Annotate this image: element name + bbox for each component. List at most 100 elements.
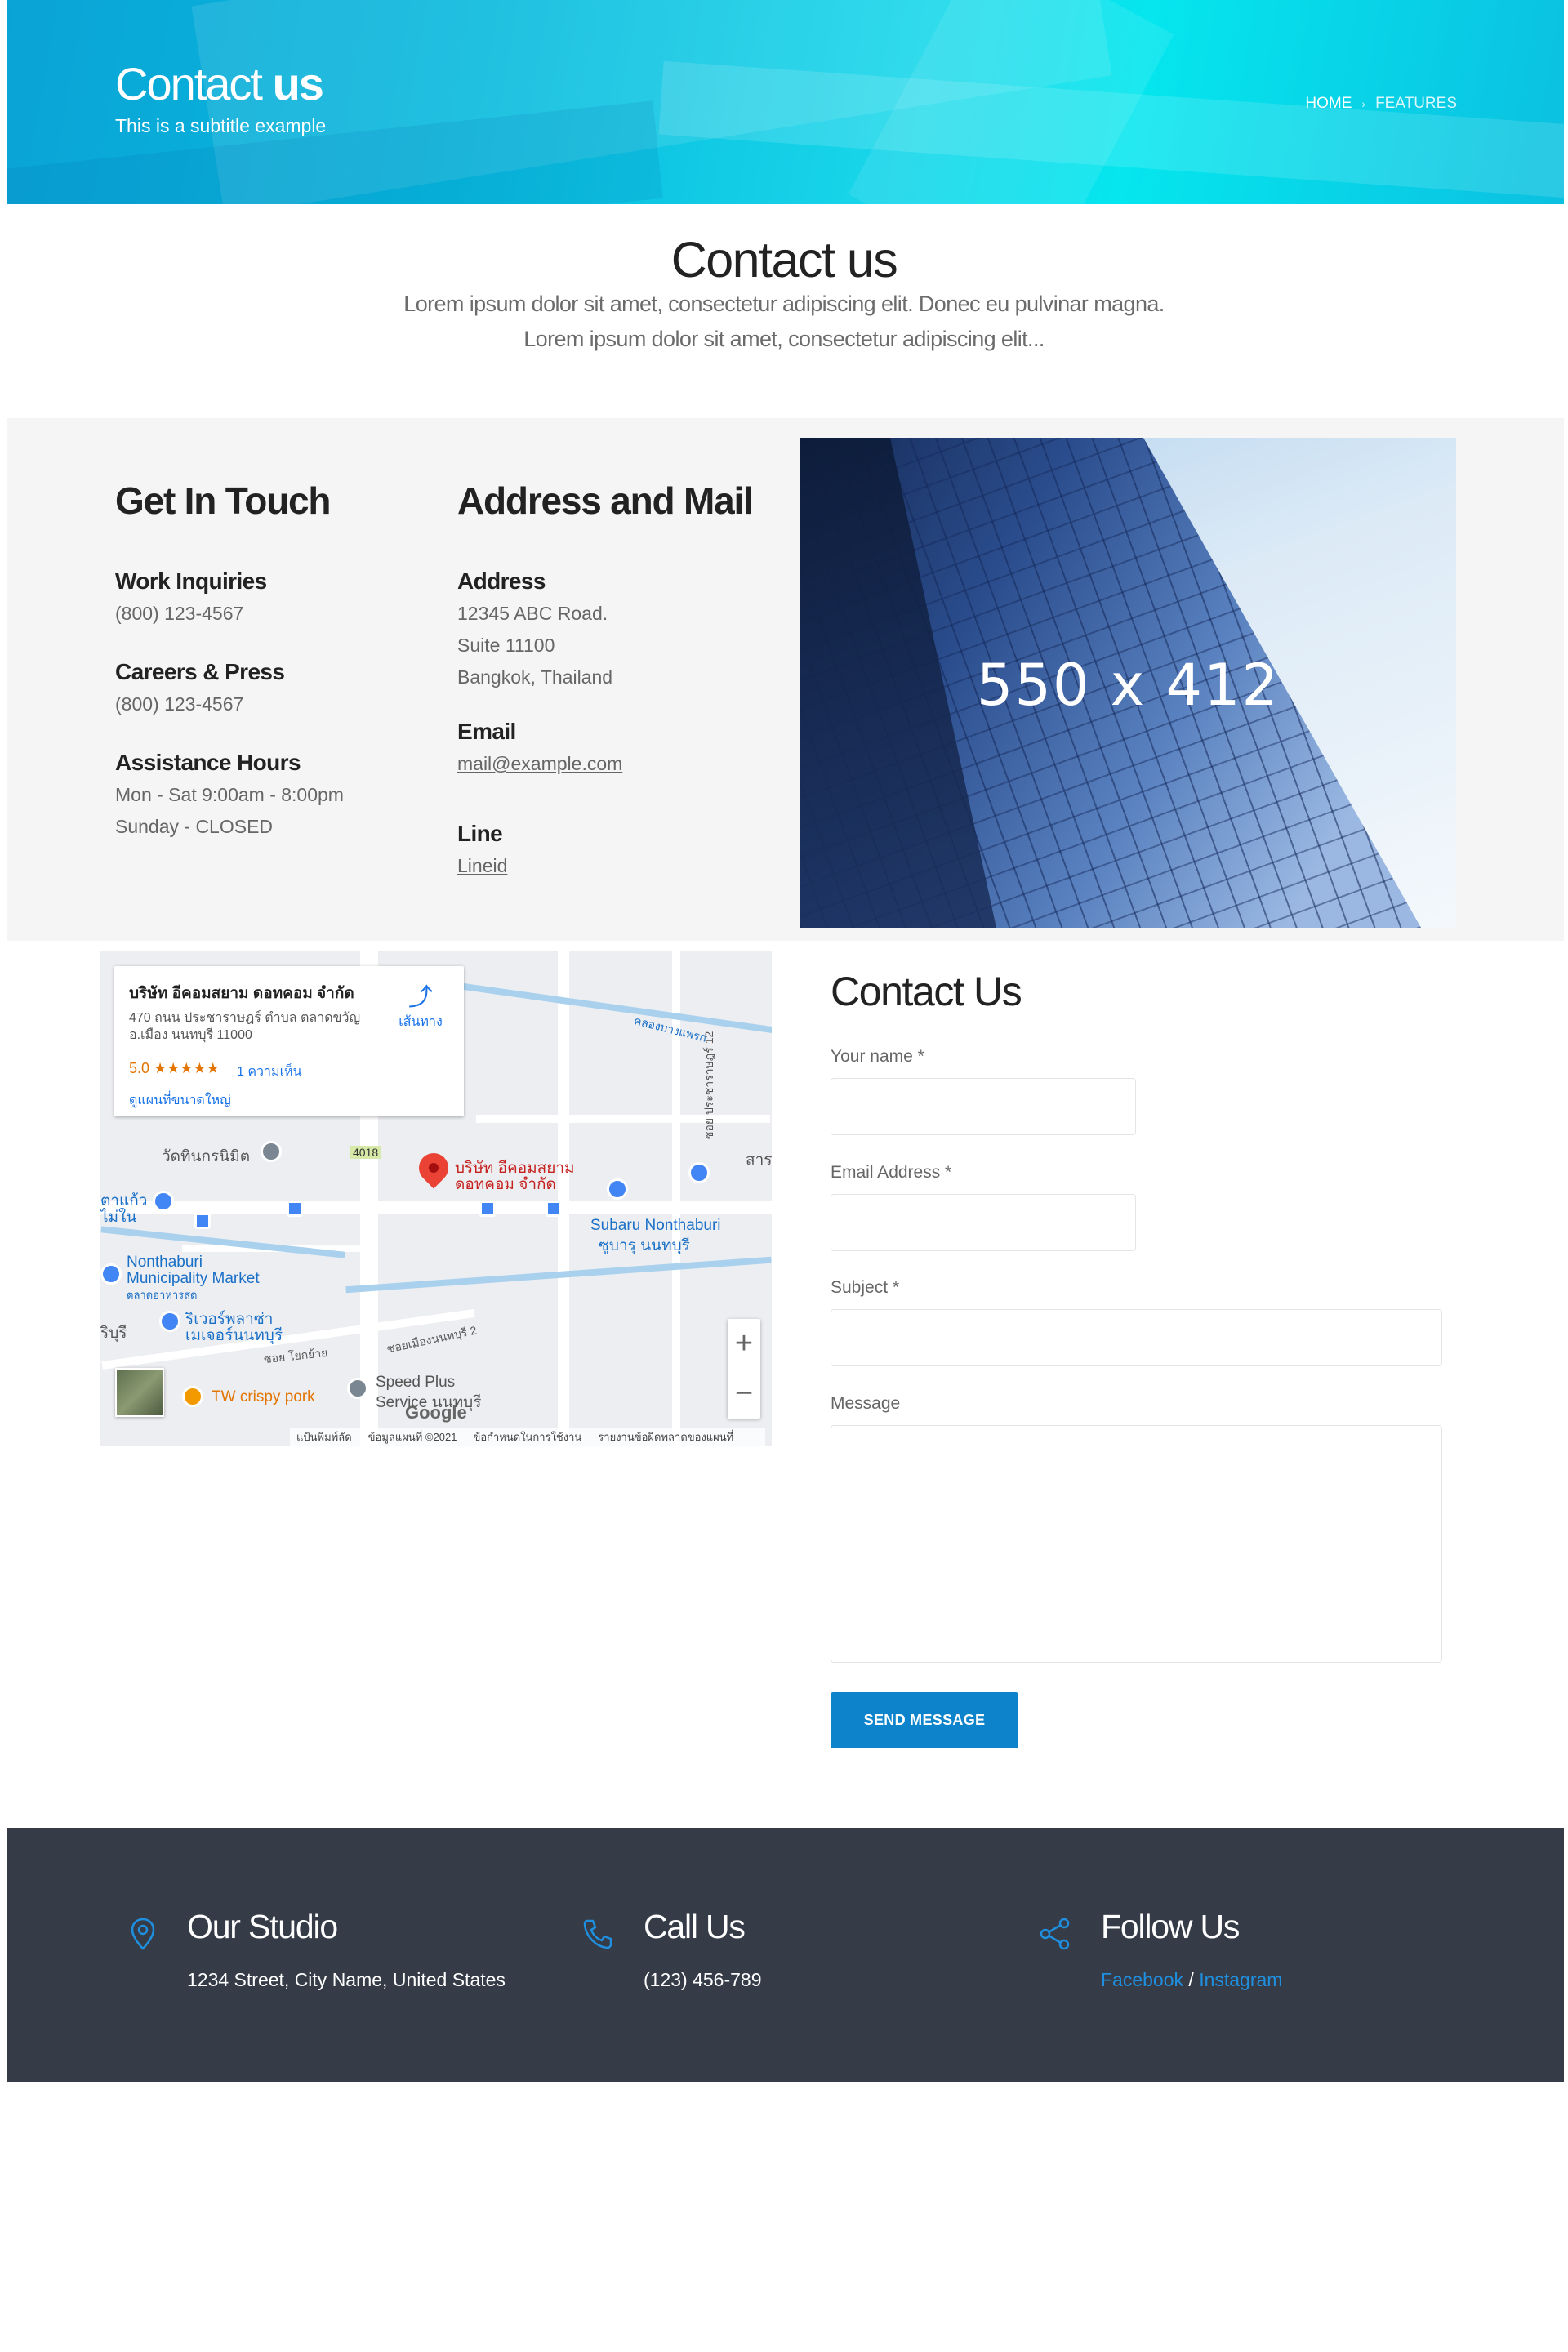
- bus-stop-icon: [479, 1200, 496, 1217]
- location-marker-icon: [131, 1918, 155, 1950]
- keyboard-shortcuts-link[interactable]: แป้นพิมพ์ลัด: [296, 1428, 352, 1446]
- satellite-toggle[interactable]: [115, 1368, 164, 1417]
- page-title-bold: us: [272, 58, 324, 109]
- social-links: Facebook / Instagram: [1101, 1969, 1282, 1991]
- zoom-out-button[interactable]: −: [728, 1369, 760, 1419]
- name-field[interactable]: [831, 1078, 1136, 1135]
- page-title-light: Contact: [115, 58, 263, 109]
- shop-icon: [153, 1191, 174, 1212]
- map-label-cut-left: ริบุรี: [100, 1325, 127, 1342]
- breadcrumb: HOME › FEATURES: [1305, 95, 1457, 113]
- map-data-credit: ข้อมูลแผนที่ ©2021: [368, 1430, 457, 1443]
- temple-icon: [261, 1141, 282, 1162]
- our-studio-address: 1234 Street, City Name, United States: [187, 1969, 506, 1990]
- assistance-hours-weekdays: Mon - Sat 9:00am - 8:00pm: [115, 784, 344, 805]
- get-in-touch-heading: Get In Touch: [115, 479, 331, 522]
- section-title: Contact us: [670, 232, 898, 287]
- map-label-cut-right: สาร: [746, 1152, 772, 1169]
- section-description-line-2: Lorem ipsum dolor sit amet, consectetur …: [523, 327, 1045, 351]
- map-place-reviews-link[interactable]: 1 ความเห็น: [237, 1062, 302, 1082]
- service-icon: [347, 1378, 368, 1399]
- map-label-soi: ซอย โยกย้าย: [263, 1345, 329, 1366]
- image-size-placeholder: 550 x 412: [976, 652, 1281, 719]
- page-subtitle: This is a subtitle example: [115, 115, 327, 136]
- facebook-link[interactable]: Facebook: [1101, 1969, 1183, 1990]
- map-route-shield: 4018: [350, 1146, 381, 1159]
- terms-link[interactable]: ข้อกำหนดในการใช้งาน: [473, 1428, 581, 1446]
- breadcrumb-home[interactable]: HOME: [1305, 95, 1352, 113]
- map-zoom-control: + −: [728, 1319, 760, 1419]
- chevron-right-icon: ›: [1361, 97, 1366, 110]
- email-field[interactable]: [831, 1194, 1136, 1251]
- share-icon: [1040, 1918, 1070, 1950]
- work-inquiries-phone: (800) 123-4567: [115, 603, 244, 624]
- map-pin-label-line-2: ดอทคอม จำกัด: [455, 1176, 556, 1193]
- call-us-phone: (123) 456-789: [644, 1969, 762, 1990]
- phone-icon: [583, 1919, 612, 1949]
- address-mail-heading: Address and Mail: [457, 479, 754, 522]
- breadcrumb-features[interactable]: FEATURES: [1375, 95, 1457, 113]
- map-label-market-1: Nonthaburi: [127, 1254, 203, 1271]
- subject-field[interactable]: [831, 1309, 1442, 1366]
- map-label-left-2: ไม่ใน: [100, 1209, 137, 1226]
- page-title: Contact us: [115, 57, 324, 110]
- page-header-banner: Contact us This is a subtitle example HO…: [7, 0, 1564, 204]
- view-larger-map-link[interactable]: ดูแผนที่ขนาดใหญ่: [129, 1090, 231, 1111]
- shop-icon: [607, 1178, 628, 1200]
- zoom-in-button[interactable]: +: [728, 1319, 760, 1369]
- building-image: 550 x 412: [800, 438, 1456, 928]
- map-attribution: แป้นพิมพ์ลัด ข้อมูลแผนที่ ©2021 ข้อกำหนด…: [290, 1428, 765, 1446]
- instagram-link[interactable]: Instagram: [1199, 1969, 1282, 1990]
- work-inquiries-label: Work Inquiries: [115, 568, 267, 594]
- bus-stop-icon: [287, 1200, 303, 1217]
- message-textarea[interactable]: [831, 1425, 1442, 1663]
- map-label-river-2: เมเจอร์นนทบุรี: [185, 1327, 283, 1344]
- google-map[interactable]: วัดทินกรนิมิต 4018 บริษัท อีคอมสยาม ดอทค…: [100, 951, 772, 1446]
- subject-field-label: Subject *: [831, 1278, 900, 1297]
- map-label-subaru-thai: ซูบารุ นนทบุรี: [599, 1237, 690, 1254]
- map-place-rating: 5.0 ★★★★★: [129, 1060, 220, 1076]
- social-separator: /: [1183, 1969, 1200, 1990]
- location-pin-icon[interactable]: [412, 1147, 455, 1189]
- google-logo: Google: [405, 1402, 467, 1423]
- follow-us-title: Follow Us: [1101, 1908, 1240, 1945]
- send-message-button[interactable]: SEND MESSAGE: [831, 1692, 1018, 1748]
- address-line-2: Suite 11100: [457, 635, 555, 656]
- map-label-speed-plus: Speed Plus: [376, 1374, 456, 1391]
- map-road: [476, 1115, 770, 1123]
- map-canal: [452, 982, 772, 1034]
- map-label-market-2: Municipality Market: [127, 1270, 260, 1287]
- email-field-label: Email Address *: [831, 1163, 952, 1182]
- bus-stop-icon: [194, 1213, 211, 1229]
- contact-form-title: Contact Us: [831, 969, 1022, 1014]
- map-road: [100, 1200, 772, 1214]
- map-label-tw-crispy-pork: TW crispy pork: [212, 1388, 315, 1405]
- map-place-card: บริษัท อีคอมสยาม ดอทคอม จำกัด 470 ถนน ปร…: [114, 966, 464, 1116]
- section-description-line-1: Lorem ipsum dolor sit amet, consectetur …: [403, 292, 1165, 316]
- address-line-3: Bangkok, Thailand: [457, 666, 613, 688]
- directions-button[interactable]: ⤴ เส้นทาง: [392, 984, 449, 1032]
- map-label-temple: วัดทินกรนิมิต: [162, 1148, 251, 1165]
- shop-icon: [688, 1162, 710, 1183]
- directions-label: เส้นทาง: [399, 1015, 443, 1029]
- restaurant-icon: [182, 1386, 203, 1407]
- address-label: Address: [457, 568, 546, 594]
- map-place-address: 470 ถนน ประชาราษฎร์ ตำบล ตลาดขวัญ อ.เมือ…: [129, 1011, 361, 1042]
- report-error-link[interactable]: รายงานข้อผิดพลาดของแผนที่: [598, 1428, 733, 1446]
- call-us-title: Call Us: [644, 1908, 746, 1945]
- address-line-1: 12345 ABC Road.: [457, 603, 608, 624]
- map-label-soi: ซอย ประชาราษฎร์ 12: [702, 1031, 715, 1139]
- map-road: [558, 951, 569, 1446]
- email-link[interactable]: mail@example.com: [457, 753, 622, 775]
- name-field-label: Your name *: [831, 1047, 924, 1066]
- footer: Our Studio 1234 Street, City Name, Unite…: [7, 1828, 1564, 2082]
- assistance-hours-sunday: Sunday - CLOSED: [115, 816, 274, 837]
- map-label-subaru: Subaru Nonthaburi: [590, 1217, 721, 1234]
- map-label-market-3: ตลาดอาหารสด: [127, 1289, 198, 1301]
- line-id-link[interactable]: Lineid: [457, 855, 507, 877]
- bus-stop-icon: [546, 1200, 562, 1217]
- careers-press-label: Careers & Press: [115, 659, 285, 684]
- careers-press-phone: (800) 123-4567: [115, 693, 244, 715]
- message-field-label: Message: [831, 1394, 901, 1413]
- line-label: Line: [457, 821, 503, 846]
